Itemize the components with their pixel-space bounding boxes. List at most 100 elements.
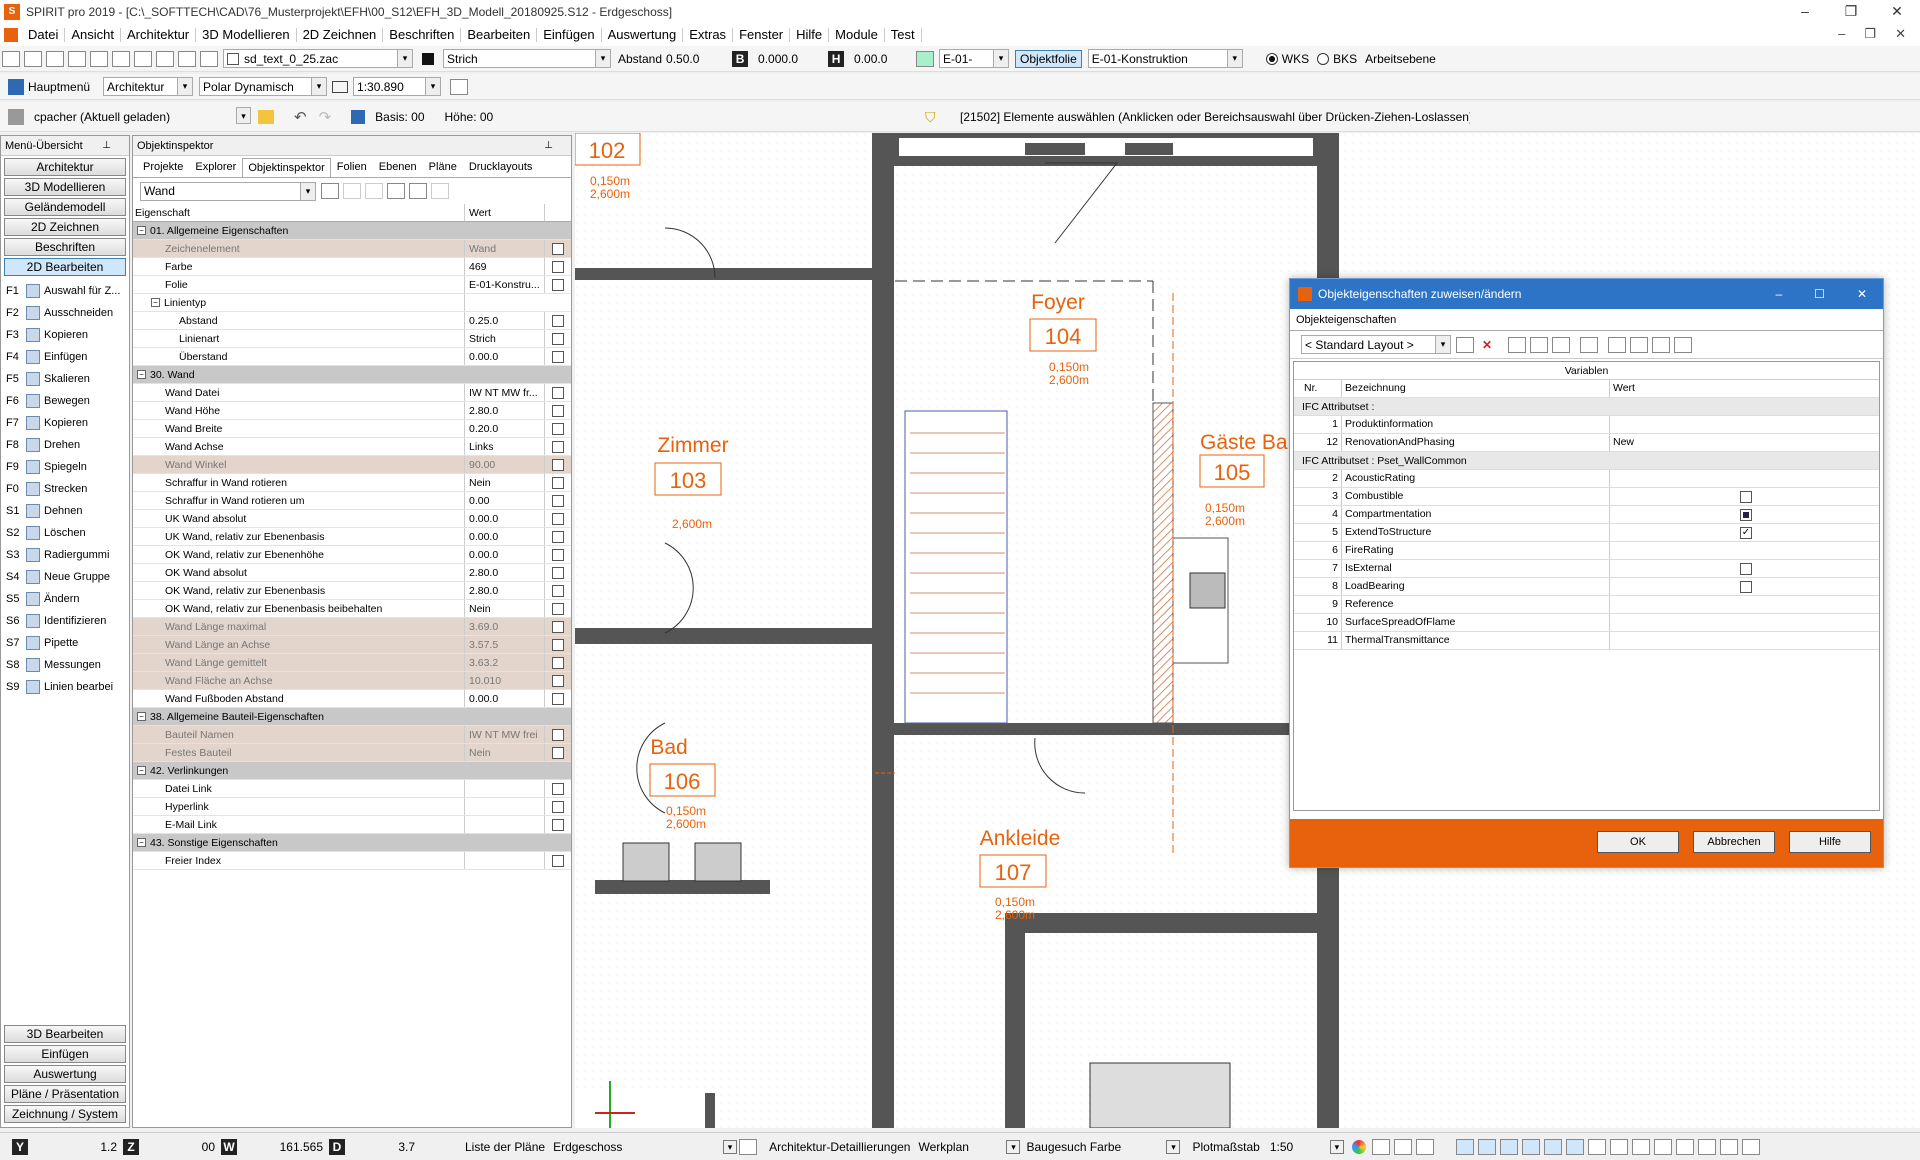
- import-icon[interactable]: [1580, 336, 1599, 353]
- menu-datei[interactable]: Datei: [22, 28, 66, 42]
- snap-12-icon[interactable]: [1697, 1138, 1716, 1155]
- assign-icon[interactable]: [1508, 336, 1527, 353]
- property-checkbox[interactable]: [552, 818, 564, 831]
- attribute-value[interactable]: [1610, 542, 1879, 559]
- w-coord-value[interactable]: 161.565: [237, 1140, 329, 1154]
- attribute-value[interactable]: ✓: [1610, 524, 1879, 541]
- menu-architektur[interactable]: Architektur: [121, 28, 197, 42]
- property-checkbox[interactable]: [552, 584, 564, 597]
- menu-button-2d-zeichnen[interactable]: 2D Zeichnen: [4, 218, 126, 236]
- wks-radio[interactable]: [1265, 52, 1278, 65]
- property-value[interactable]: IW NT MW frei: [465, 726, 545, 743]
- function-key-dehnen[interactable]: S1 Dehnen: [1, 500, 129, 522]
- property-row[interactable]: Hyperlink: [133, 798, 571, 816]
- property-row[interactable]: Wand Achse Links: [133, 438, 571, 456]
- property-value[interactable]: Nein: [465, 744, 545, 761]
- property-value[interactable]: 0.00: [465, 492, 545, 509]
- function-key-drehen[interactable]: F8 Drehen: [1, 434, 129, 456]
- confirm-icon[interactable]: [321, 183, 339, 199]
- grid-icon[interactable]: [1371, 1138, 1390, 1155]
- export-icon[interactable]: [1608, 336, 1627, 353]
- property-value[interactable]: 0.20.0: [465, 420, 545, 437]
- menu-einfuegen[interactable]: Einfügen: [537, 28, 602, 42]
- function-key-kopieren[interactable]: F3 Kopieren: [1, 324, 129, 346]
- function-key-auswahl-fuer-z[interactable]: F1 Auswahl für Z...: [1, 280, 129, 302]
- snap-6-icon[interactable]: [1565, 1138, 1584, 1155]
- menu-button-gelaendemodell[interactable]: Geländemodell: [4, 198, 126, 216]
- menu-button-3d-bearbeiten[interactable]: 3D Bearbeiten: [4, 1025, 126, 1043]
- property-group[interactable]: −38. Allgemeine Bauteil-Eigenschaften: [133, 708, 571, 726]
- property-row[interactable]: Wand Länge gemittelt 3.63.2: [133, 654, 571, 672]
- function-key-strecken[interactable]: F0 Strecken: [1, 478, 129, 500]
- property-row[interactable]: OK Wand, relativ zur Ebenenbasis 2.80.0: [133, 582, 571, 600]
- property-value[interactable]: 90.00: [465, 456, 545, 473]
- property-checkbox[interactable]: [552, 638, 564, 651]
- property-value[interactable]: [465, 798, 545, 815]
- property-row[interactable]: Wand Datei IW NT MW fr...: [133, 384, 571, 402]
- snap-3-icon[interactable]: [1499, 1138, 1518, 1155]
- redo-icon[interactable]: ↷: [319, 108, 332, 126]
- property-checkbox[interactable]: [552, 422, 564, 435]
- property-value[interactable]: IW NT MW fr...: [465, 384, 545, 401]
- property-row[interactable]: Datei Link: [133, 780, 571, 798]
- pipette-icon[interactable]: [409, 183, 427, 199]
- property-checkbox[interactable]: [552, 476, 564, 489]
- property-checkbox[interactable]: [552, 602, 564, 615]
- attribute-value[interactable]: [1610, 632, 1879, 649]
- property-checkbox[interactable]: [552, 404, 564, 417]
- menu-button-architektur[interactable]: Architektur: [4, 158, 126, 176]
- property-row[interactable]: Wand Fläche an Achse 10.010: [133, 672, 571, 690]
- property-checkbox[interactable]: [552, 620, 564, 633]
- wall[interactable]: [872, 133, 894, 1128]
- snap-9-icon[interactable]: [1631, 1138, 1650, 1155]
- property-value[interactable]: 2.80.0: [465, 402, 545, 419]
- menu-module[interactable]: Module: [829, 28, 885, 42]
- property-row[interactable]: Linienart Strich: [133, 330, 571, 348]
- property-row[interactable]: Wand Breite 0.20.0: [133, 420, 571, 438]
- property-group[interactable]: −01. Allgemeine Eigenschaften: [133, 222, 571, 240]
- collapse-icon[interactable]: −: [137, 766, 146, 775]
- menu-button-auswertung[interactable]: Auswertung: [4, 1065, 126, 1083]
- property-checkbox[interactable]: [552, 278, 564, 291]
- property-checkbox[interactable]: [552, 260, 564, 273]
- new-file-icon[interactable]: [2, 50, 20, 67]
- property-value[interactable]: [465, 852, 545, 869]
- property-value[interactable]: [465, 816, 545, 833]
- attribute-row[interactable]: 10 SurfaceSpreadOfFlame: [1294, 614, 1879, 632]
- property-group[interactable]: −30. Wand: [133, 366, 571, 384]
- clipboard-icon[interactable]: [112, 50, 130, 67]
- property-row[interactable]: Schraffur in Wand rotieren um 0.00: [133, 492, 571, 510]
- property-value[interactable]: 0.00.0: [465, 348, 545, 365]
- arbeitsebene-button[interactable]: Arbeitsebene: [1365, 52, 1436, 66]
- attribute-value[interactable]: [1610, 614, 1879, 631]
- snap-dropdown[interactable]: Polar Dynamisch ▾: [199, 77, 328, 96]
- property-value[interactable]: 10.010: [465, 672, 545, 689]
- property-value[interactable]: Wand: [465, 240, 545, 257]
- mode-dropdown[interactable]: Architektur ▾: [103, 77, 194, 96]
- property-checkbox[interactable]: [552, 746, 564, 759]
- property-value[interactable]: [465, 780, 545, 797]
- snap-10-icon[interactable]: [1653, 1138, 1672, 1155]
- attribute-value[interactable]: [1610, 506, 1879, 523]
- snap-1-icon[interactable]: [1455, 1138, 1474, 1155]
- attribute-row[interactable]: 12 RenovationAndPhasing New: [1294, 434, 1879, 452]
- collapse-icon[interactable]: −: [137, 370, 146, 379]
- property-row[interactable]: Festes Bauteil Nein: [133, 744, 571, 762]
- floor-value[interactable]: Erdgeschoss: [553, 1140, 723, 1154]
- inner-minimize-button[interactable]: –: [1830, 26, 1853, 41]
- wall[interactable]: [894, 723, 1340, 735]
- function-key-spiegeln[interactable]: F9 Spiegeln: [1, 456, 129, 478]
- grid-settings-icon[interactable]: [450, 78, 469, 95]
- collapse-icon[interactable]: −: [137, 838, 146, 847]
- inner-restore-button[interactable]: ❐: [1856, 26, 1884, 41]
- property-row[interactable]: OK Wand, relativ zur Ebenenbasis beibeha…: [133, 600, 571, 618]
- property-checkbox[interactable]: [552, 800, 564, 813]
- property-value[interactable]: Nein: [465, 474, 545, 491]
- property-checkbox[interactable]: [552, 674, 564, 687]
- function-key-messungen[interactable]: S8 Messungen: [1, 654, 129, 676]
- menu-ansicht[interactable]: Ansicht: [65, 28, 121, 42]
- property-row[interactable]: E-Mail Link: [133, 816, 571, 834]
- attribute-value[interactable]: New: [1610, 434, 1879, 451]
- menu-test[interactable]: Test: [885, 28, 922, 42]
- attribute-row[interactable]: 7 IsExternal: [1294, 560, 1879, 578]
